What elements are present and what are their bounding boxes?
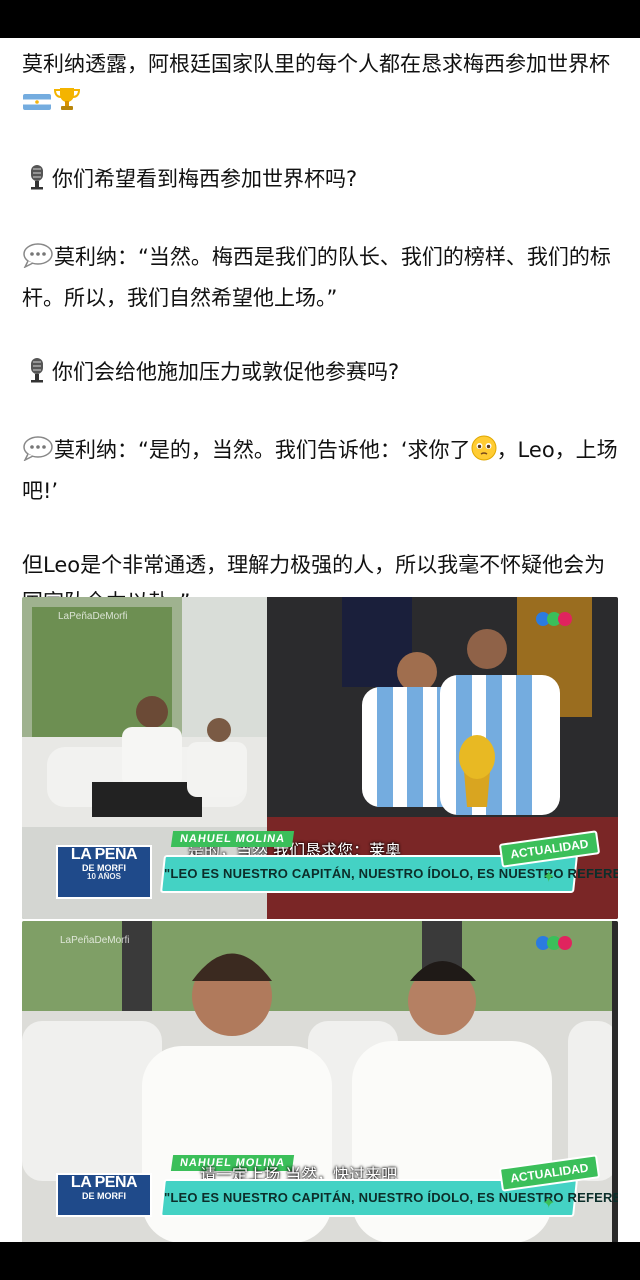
show-logo-line1: LA PEÑA <box>70 1174 138 1191</box>
microphone-icon <box>22 357 52 395</box>
channel-logo-dots <box>536 611 572 630</box>
show-logo: LA PEÑA DE MORFI 10 AÑOS <box>56 845 152 899</box>
post-paragraph-1: 莫利纳透露，阿根廷国家队里的每个人都在恳求梅西参加世界杯 <box>22 46 622 124</box>
paragraph-text: 莫利纳：“当然。梅西是我们的队长、我们的榜样、我们的标杆。所以，我们自然希望他上… <box>22 245 611 310</box>
post-page: 莫利纳透露，阿根廷国家队里的每个人都在恳求梅西参加世界杯 你们希望看到梅西参加世… <box>0 38 640 1242</box>
status-bar <box>0 0 640 38</box>
sparkle-icon: ✦ <box>542 1193 556 1212</box>
paragraph-text: 莫利纳透露，阿根廷国家队里的每个人都在恳求梅西参加世界杯 <box>22 52 610 76</box>
sparkle-icon: ✦ <box>542 867 556 886</box>
trophy-icon <box>52 86 82 124</box>
speech-bubble-icon <box>22 435 54 473</box>
paragraph-text: 你们会给他施加压力或敦促他参赛吗? <box>52 360 400 384</box>
show-logo-line1: LA PEÑA <box>70 846 138 863</box>
video-still-2[interactable]: LaPeñaDeMorfi NAHUEL MOLINA 请一定上场 当然，快过来… <box>22 921 618 1242</box>
post-paragraph-5: 莫利纳：“是的，当然。我们告诉他：‘求你了 ，Leo，上场吧!’ <box>22 432 622 510</box>
speech-bubble-icon <box>22 242 54 280</box>
show-logo: LA PEÑA DE MORFI <box>56 1173 152 1217</box>
pleading-face-icon <box>471 435 497 473</box>
speaker-name-tag: NAHUEL MOLINA <box>170 831 295 847</box>
microphone-icon <box>22 164 52 202</box>
argentina-flag-icon <box>22 87 52 124</box>
channel-watermark: LaPeñaDeMorfi <box>60 935 130 946</box>
post-text: 莫利纳透露，阿根廷国家队里的每个人都在恳求梅西参加世界杯 你们希望看到梅西参加世… <box>22 46 622 621</box>
post-paragraph-4: 你们会给他施加压力或敦促他参赛吗? <box>22 354 622 395</box>
video-still-1[interactable]: LaPeñaDeMorfi 是的，当然 我们恳求您：莱奥 NAHUEL MOLI… <box>22 597 618 919</box>
channel-watermark: LaPeñaDeMorfi <box>58 611 128 622</box>
show-logo-line2: DE MORFI <box>82 1190 126 1201</box>
paragraph-text: 莫利纳：“是的，当然。我们告诉他：‘求你了 <box>54 438 471 462</box>
paragraph-text: 你们希望看到梅西参加世界杯吗? <box>52 167 358 191</box>
post-paragraph-3: 莫利纳：“当然。梅西是我们的队长、我们的榜样、我们的标杆。所以，我们自然希望他上… <box>22 239 622 317</box>
post-paragraph-2: 你们希望看到梅西参加世界杯吗? <box>22 161 622 202</box>
show-logo-line3: 10 AÑOS <box>87 872 121 882</box>
channel-logo-dots <box>536 935 572 954</box>
bottom-bar <box>0 1242 640 1280</box>
